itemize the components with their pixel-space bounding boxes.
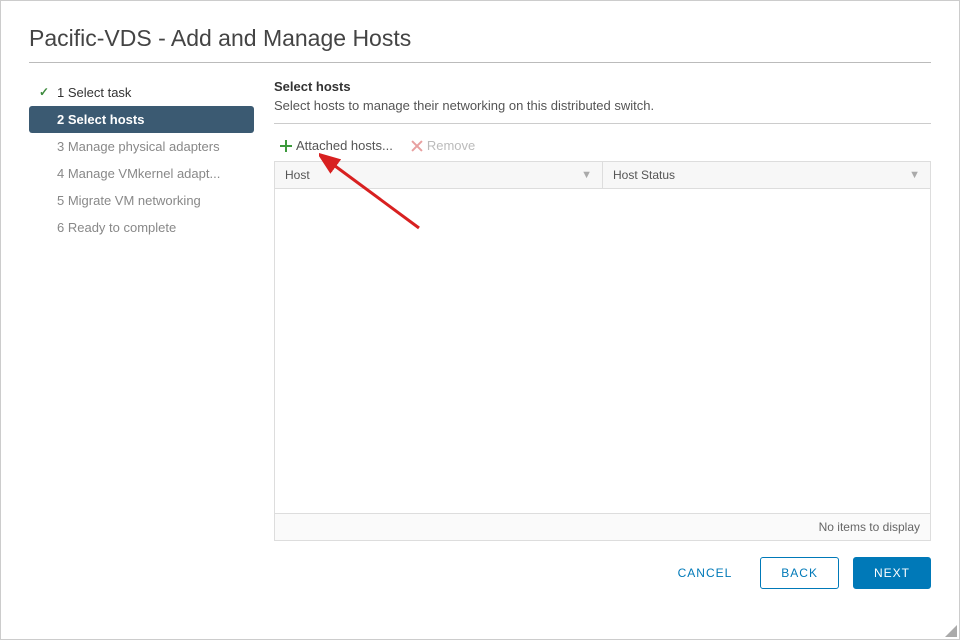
- step-2[interactable]: 2 Select hosts: [29, 106, 254, 133]
- step-6: 6 Ready to complete: [29, 214, 254, 241]
- plus-icon: [280, 140, 292, 152]
- content-subheading: Select hosts to manage their networking …: [274, 98, 931, 124]
- next-button[interactable]: NEXT: [853, 557, 931, 589]
- x-icon: [411, 140, 423, 152]
- hosts-grid: Host ▼ Host Status ▼ No items to display: [274, 161, 931, 541]
- filter-icon[interactable]: ▼: [909, 169, 920, 181]
- wizard-steps: 1 Select task 2 Select hosts 3 Manage ph…: [29, 79, 254, 639]
- step-1[interactable]: 1 Select task: [29, 79, 254, 106]
- attached-hosts-label: Attached hosts...: [296, 138, 393, 153]
- column-host-status[interactable]: Host Status ▼: [603, 162, 930, 188]
- page-title: Pacific-VDS - Add and Manage Hosts: [29, 25, 931, 63]
- step-5: 5 Migrate VM networking: [29, 187, 254, 214]
- step-3: 3 Manage physical adapters: [29, 133, 254, 160]
- cancel-button[interactable]: CANCEL: [664, 558, 747, 588]
- resize-handle-icon[interactable]: [945, 625, 957, 637]
- column-host[interactable]: Host ▼: [275, 162, 603, 188]
- remove-label: Remove: [427, 138, 475, 153]
- remove-button: Remove: [411, 138, 475, 153]
- filter-icon[interactable]: ▼: [581, 169, 592, 181]
- grid-body: [275, 189, 930, 513]
- content-heading: Select hosts: [274, 79, 931, 94]
- grid-footer: No items to display: [275, 513, 930, 540]
- back-button[interactable]: BACK: [760, 557, 839, 589]
- column-host-label: Host: [285, 168, 310, 182]
- step-4: 4 Manage VMkernel adapt...: [29, 160, 254, 187]
- attached-hosts-button[interactable]: Attached hosts...: [280, 138, 393, 153]
- column-status-label: Host Status: [613, 168, 675, 182]
